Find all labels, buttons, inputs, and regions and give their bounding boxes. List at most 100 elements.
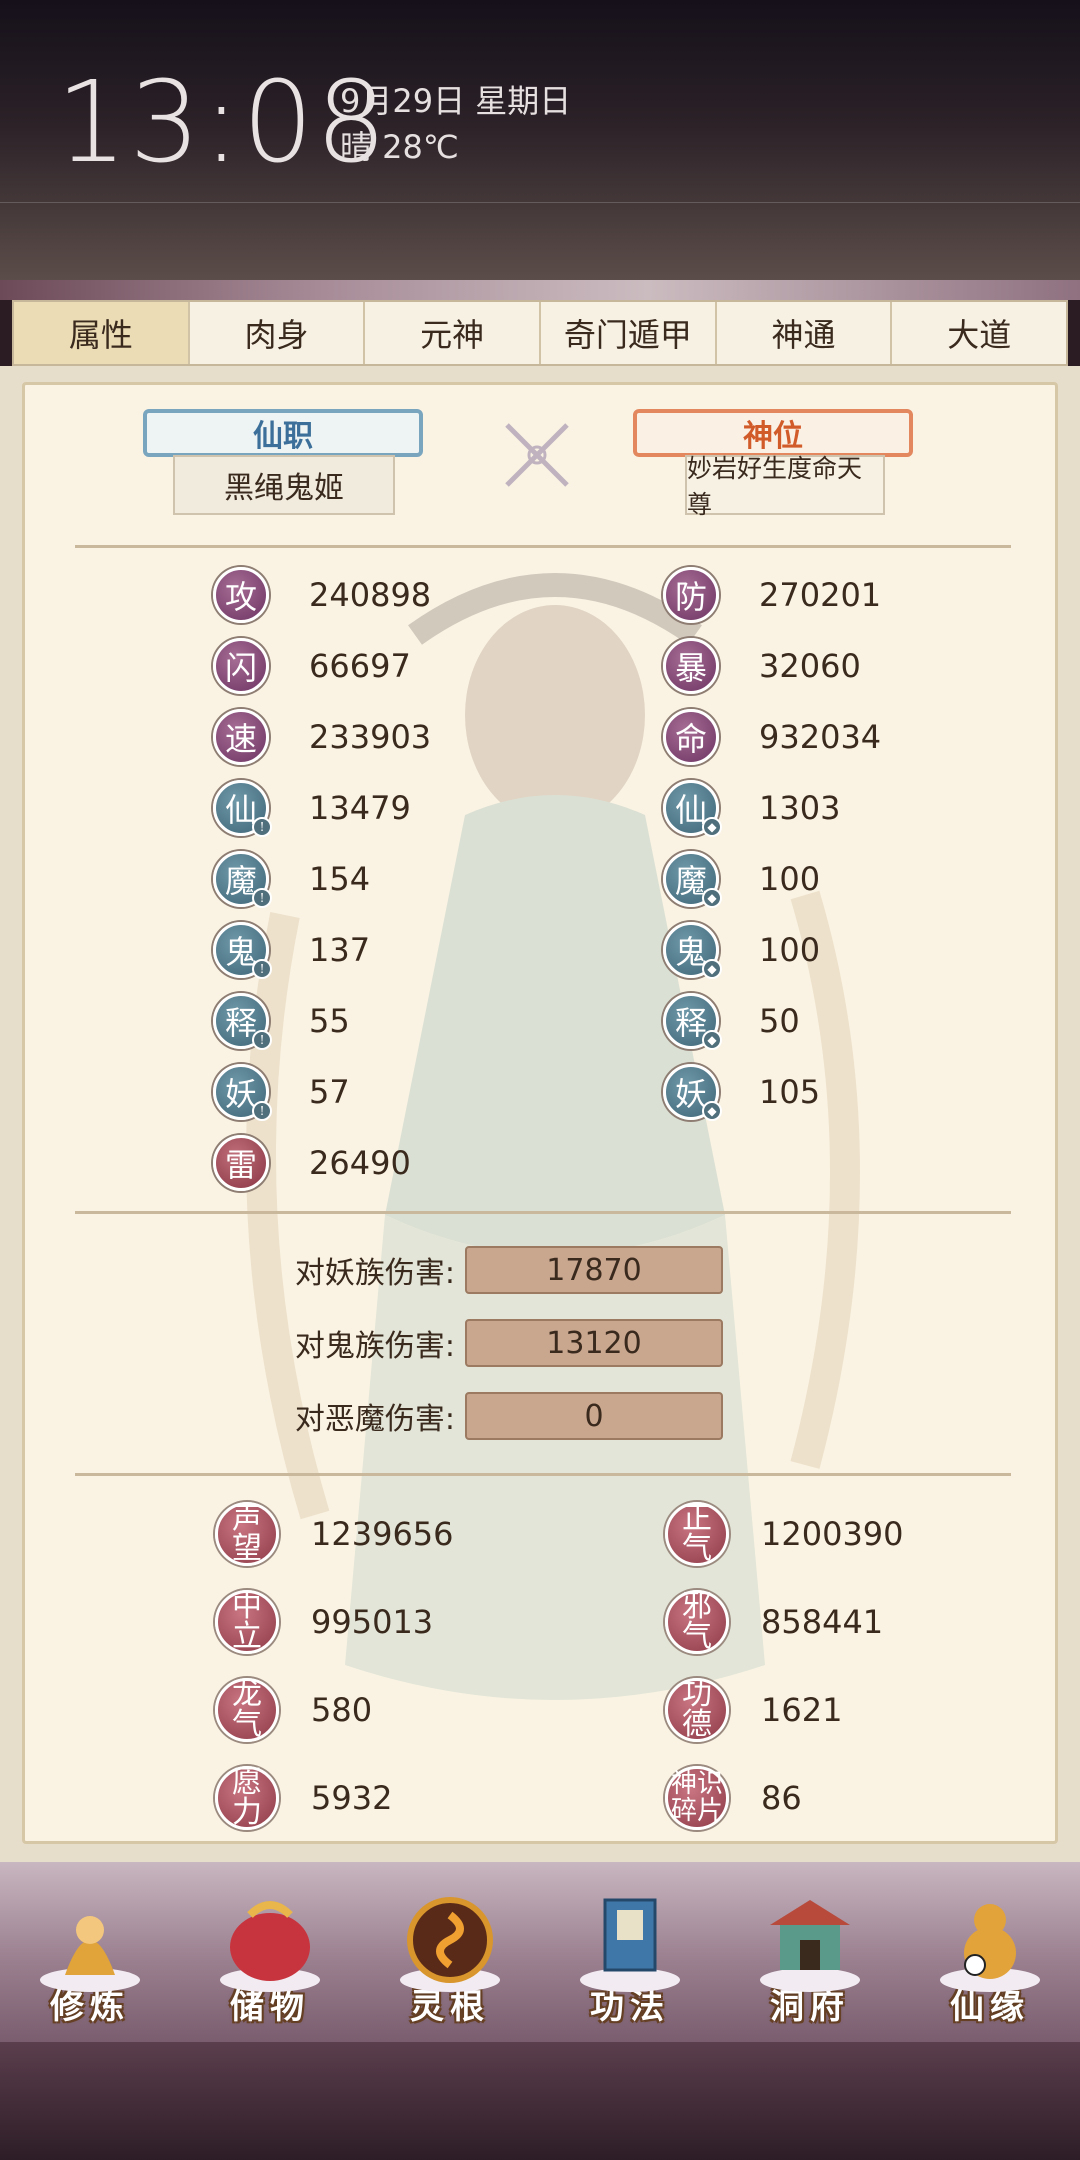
date-text: 9月29日 星期日 [340, 82, 572, 120]
defense-icon: 防 [663, 567, 719, 623]
damage-label: 对恶魔伤害: [294, 1402, 455, 1437]
rep-dragon-qi: 龙气 580 [215, 1678, 372, 1742]
tab-shentong[interactable]: 神通 [716, 302, 893, 364]
stat-value: 154 [309, 860, 371, 898]
thunder-icon: 雷 [213, 1135, 269, 1191]
damage-vs-demon: 对恶魔伤害: 0 [225, 1391, 723, 1441]
mo-defense-icon: 魔 ◆ [663, 851, 722, 908]
book-icon [580, 1898, 680, 1992]
merit-icon: 功德 [665, 1678, 729, 1742]
stat-value: 66697 [309, 647, 411, 685]
damage-value: 17870 [465, 1246, 723, 1294]
damage-vs-yao: 对妖族伤害: 17870 [225, 1245, 723, 1295]
notification-shade: 13:08 9月29日 星期日 晴 28℃ [0, 0, 1080, 280]
dragon-qi-icon: 龙气 [215, 1678, 279, 1742]
damage-value: 0 [465, 1392, 723, 1440]
evil-icon: 邪气 [665, 1590, 729, 1654]
rep-neutral: 中立 995013 [215, 1590, 433, 1654]
stat-value: 1303 [759, 789, 841, 827]
crossed-swords-icon [505, 423, 569, 487]
tab-body[interactable]: 肉身 [189, 302, 366, 364]
rep-value: 1200390 [761, 1515, 904, 1553]
nav-cave-abode[interactable]: 洞府 [735, 1868, 885, 2028]
stat-shi-defense: 释 ◆ 50 [663, 991, 800, 1051]
nav-techniques[interactable]: 功法 [555, 1868, 705, 2028]
rep-evil: 邪气 858441 [665, 1590, 883, 1654]
stat-attack: 攻 240898 [213, 565, 431, 625]
stat-value: 270201 [759, 576, 882, 614]
tab-bar: 属性 肉身 元神 奇门遁甲 神通 大道 [12, 300, 1068, 366]
gui-defense-icon: 鬼 ◆ [663, 922, 722, 979]
hp-icon: 命 [663, 709, 719, 765]
rep-value: 5932 [311, 1779, 393, 1817]
tab-attributes[interactable]: 属性 [14, 302, 190, 364]
stat-yao-attack: 妖! 57 [213, 1062, 350, 1122]
dodge-icon: 闪 [213, 638, 269, 694]
stat-yao-defense: 妖 ◆ 105 [663, 1062, 820, 1122]
stat-value: 13479 [309, 789, 411, 827]
stat-value: 50 [759, 1002, 800, 1040]
nav-storage[interactable]: 储物 [195, 1868, 345, 2028]
divider [75, 1473, 1011, 1476]
speed-icon: 速 [213, 709, 269, 765]
divider [75, 1211, 1011, 1214]
neutral-icon: 中立 [215, 1590, 279, 1654]
stat-xian-attack: 仙! 13479 [213, 778, 411, 838]
shenwei-value: 妙岩好生度命天尊 [685, 454, 885, 519]
bottom-nav: 修炼 储物 灵根 功法 洞府 仙缘 [0, 1862, 1080, 2042]
stat-gui-defense: 鬼 ◆ 100 [663, 920, 820, 980]
stat-mo-defense: 魔 ◆ 100 [663, 849, 820, 909]
stat-value: 55 [309, 1002, 350, 1040]
xianzhi-value: 黑绳鬼姬 [173, 455, 395, 515]
rep-value: 1239656 [311, 1515, 454, 1553]
wish-power-icon: 愿力 [215, 1766, 279, 1830]
gourd-icon [940, 1904, 1040, 1992]
tab-qimen[interactable]: 奇门遁甲 [541, 302, 717, 364]
tab-dadao[interactable]: 大道 [892, 302, 1067, 364]
stat-defense: 防 270201 [663, 565, 881, 625]
divider [75, 545, 1011, 548]
rep-wish-power: 愿力 5932 [215, 1766, 392, 1830]
prestige-icon: 声望 [215, 1502, 279, 1566]
stat-value: 137 [309, 931, 371, 969]
tab-soul[interactable]: 元神 [365, 302, 542, 364]
damage-vs-gui: 对鬼族伤害: 13120 [225, 1318, 723, 1368]
rep-soul-shards: 神识 碎片 86 [665, 1766, 802, 1830]
xian-attack-icon: 仙! [213, 780, 272, 837]
rep-value: 995013 [311, 1603, 434, 1641]
rep-value: 86 [761, 1779, 802, 1817]
mo-attack-icon: 魔! [213, 851, 272, 908]
shi-attack-icon: 释! [213, 993, 272, 1050]
bag-icon [220, 1901, 320, 1992]
rep-prestige: 声望 1239656 [215, 1502, 454, 1566]
yao-attack-icon: 妖! [213, 1064, 272, 1121]
weather-text: 晴 28℃ [340, 128, 459, 166]
stat-value: 932034 [759, 718, 882, 756]
rep-righteous: 正气 1200390 [665, 1502, 904, 1566]
stat-value: 26490 [309, 1144, 411, 1182]
swirl-orb-icon [400, 1897, 500, 1992]
rep-value: 1621 [761, 1691, 843, 1729]
stat-dodge: 闪 66697 [213, 636, 411, 696]
clock-time: 13:08 [56, 58, 389, 188]
attack-icon: 攻 [213, 567, 269, 623]
stat-hp: 命 932034 [663, 707, 881, 767]
stat-shi-attack: 释! 55 [213, 991, 350, 1051]
righteous-icon: 正气 [665, 1502, 729, 1566]
soul-shards-icon: 神识 碎片 [665, 1766, 729, 1830]
stat-value: 32060 [759, 647, 861, 685]
yao-defense-icon: 妖 ◆ [663, 1064, 722, 1121]
stat-mo-attack: 魔! 154 [213, 849, 370, 909]
stat-crit: 暴 32060 [663, 636, 861, 696]
nav-immortal-fate[interactable]: 仙缘 [915, 1868, 1065, 2028]
footer-bar [0, 2042, 1080, 2160]
nav-cultivate[interactable]: 修炼 [15, 1868, 165, 2028]
stat-value: 100 [759, 860, 821, 898]
attribute-panel: 仙职 黑绳鬼姬 神位 妙岩好生度命天尊 攻 240898 闪 66697 速 2… [22, 382, 1058, 1844]
nav-spirit-root[interactable]: 灵根 [375, 1868, 525, 2028]
shade-divider [0, 202, 1080, 203]
rep-value: 858441 [761, 1603, 884, 1641]
stat-value: 240898 [309, 576, 432, 614]
xianzhi-badge: 仙职 [143, 409, 423, 457]
stat-value: 105 [759, 1073, 821, 1111]
